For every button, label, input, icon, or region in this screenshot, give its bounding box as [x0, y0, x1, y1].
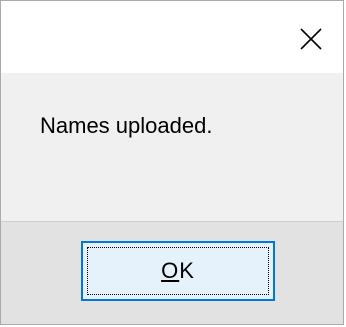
- ok-button-label: OK: [161, 258, 195, 284]
- message-text: Names uploaded.: [40, 113, 213, 138]
- message-dialog: Names uploaded. OK: [0, 0, 344, 325]
- ok-button[interactable]: OK: [81, 241, 275, 301]
- message-area: Names uploaded.: [1, 73, 343, 221]
- title-bar: [1, 1, 343, 73]
- ok-mnemonic: O: [161, 258, 180, 283]
- close-icon: [300, 28, 322, 50]
- close-button[interactable]: [293, 21, 329, 57]
- ok-label-rest: K: [179, 258, 195, 283]
- button-area: OK: [1, 222, 343, 324]
